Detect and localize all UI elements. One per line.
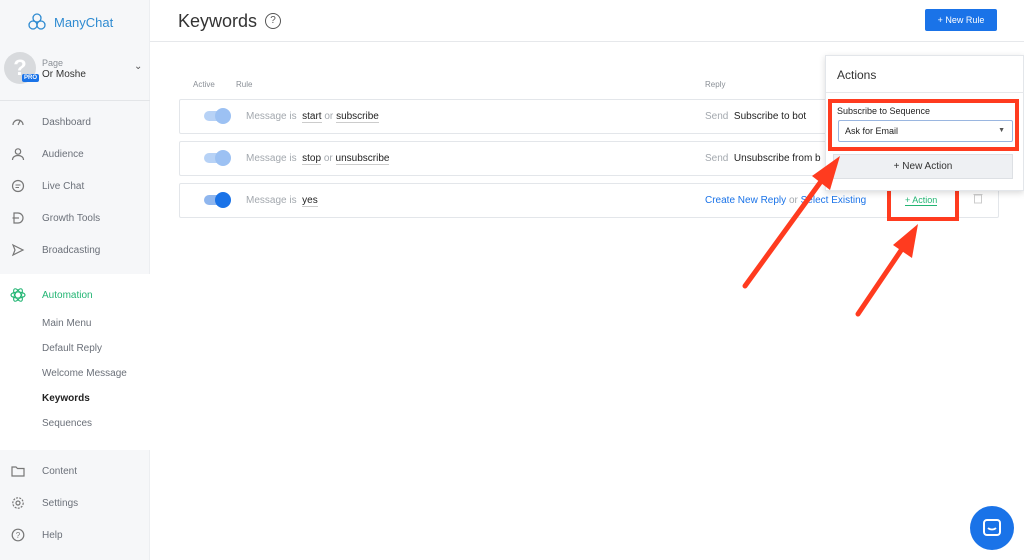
app-name: ManyChat: [54, 14, 114, 30]
sub-item-main-menu[interactable]: Main Menu: [42, 318, 91, 329]
growth-tools-icon: [10, 210, 26, 226]
page-selector[interactable]: ? PRO Page Or Moshe ⌄: [4, 52, 150, 88]
nav-broadcasting[interactable]: Broadcasting: [0, 234, 150, 266]
nav-growth-tools[interactable]: Growth Tools: [0, 202, 150, 234]
chevron-down-icon[interactable]: ⌄: [134, 61, 142, 72]
reply-value[interactable]: Unsubscribe from b: [734, 153, 821, 164]
chat-launcher-button[interactable]: [970, 506, 1014, 550]
help-icon[interactable]: ?: [265, 13, 281, 29]
rule-text: Message is yes: [246, 195, 318, 207]
divider: [0, 100, 150, 101]
gear-icon: [10, 495, 26, 511]
rule-prefix: Message is: [246, 195, 297, 206]
actions-panel-title: Actions: [837, 68, 877, 82]
panel-divider: [826, 92, 1024, 93]
new-action-button[interactable]: + New Action: [833, 154, 1013, 179]
gauge-icon: [10, 114, 26, 130]
nav-label: Dashboard: [42, 116, 91, 128]
nav-settings[interactable]: Settings: [0, 487, 150, 519]
nav-content[interactable]: Content: [0, 455, 150, 487]
or-text: or: [323, 153, 333, 164]
active-toggle[interactable]: [204, 150, 231, 166]
help-circle-icon: ?: [10, 527, 26, 543]
nav-label: Content: [42, 465, 78, 477]
or-text: or: [788, 195, 798, 206]
automation-section: Automation Main Menu Default Reply Welco…: [0, 274, 150, 450]
active-toggle[interactable]: [204, 192, 231, 208]
manychat-logo[interactable]: ManyChat: [26, 11, 113, 33]
toggle-knob: [215, 192, 231, 208]
column-header-reply: Reply: [705, 80, 726, 89]
nav-label: Automation: [42, 289, 93, 301]
page-name: Or Moshe: [42, 69, 86, 80]
reply-text: Create New Reply or Select Existing: [705, 195, 866, 206]
reply-prefix: Send: [705, 111, 729, 122]
folder-icon: [10, 463, 26, 479]
keyword[interactable]: unsubscribe: [335, 153, 390, 165]
sequence-highlight-box: [828, 99, 1019, 151]
active-toggle[interactable]: [204, 108, 231, 124]
nav-audience[interactable]: Audience: [0, 138, 150, 170]
page-title: Keywords: [178, 11, 258, 31]
header-divider: [150, 41, 1024, 42]
toggle-knob: [215, 150, 231, 166]
column-header-active: Active: [193, 80, 215, 89]
nav-automation[interactable]: Automation: [0, 279, 150, 311]
nav-help[interactable]: ? Help: [0, 519, 150, 551]
sub-item-default-reply[interactable]: Default Reply: [42, 343, 102, 354]
new-rule-button[interactable]: + New Rule: [925, 9, 997, 31]
column-header-rule: Rule: [236, 80, 253, 89]
keyword[interactable]: stop: [302, 153, 322, 165]
create-new-reply-link[interactable]: Create New Reply: [705, 195, 786, 206]
sidebar: ManyChat ? PRO Page Or Moshe ⌄ Dashboard…: [0, 0, 150, 560]
page-label: Page: [42, 58, 64, 68]
user-icon: [10, 146, 26, 162]
reply-prefix: Send: [705, 153, 729, 164]
or-text: or: [324, 111, 334, 122]
keyword[interactable]: start: [302, 111, 322, 123]
arrow-icon: [855, 224, 918, 317]
nav-label: Audience: [42, 148, 84, 160]
nav-live-chat[interactable]: Live Chat: [0, 170, 150, 202]
keyword[interactable]: subscribe: [336, 111, 379, 123]
sub-item-keywords[interactable]: Keywords: [42, 393, 90, 404]
rule-text: Message is start or subscribe: [246, 111, 379, 123]
nav-label: Settings: [42, 497, 79, 509]
manychat-logo-icon: [28, 13, 46, 30]
chat-bubble-icon: [10, 178, 26, 194]
reply-text: Send Unsubscribe from b: [705, 153, 821, 164]
chat-icon: [983, 519, 1001, 536]
rule-prefix: Message is: [246, 153, 297, 164]
reply-text: Send Subscribe to bot: [705, 111, 806, 122]
sub-item-sequences[interactable]: Sequences: [42, 418, 92, 429]
toggle-knob: [215, 108, 231, 124]
nav-label: Live Chat: [42, 180, 85, 192]
pro-badge: PRO: [22, 74, 40, 82]
sub-item-welcome-message[interactable]: Welcome Message: [42, 368, 127, 379]
select-existing-link[interactable]: Select Existing: [801, 195, 867, 206]
trash-icon[interactable]: [972, 192, 984, 204]
svg-text:?: ?: [16, 531, 21, 540]
send-icon: [10, 242, 26, 258]
atom-icon: [10, 287, 26, 303]
nav-label: Help: [42, 529, 63, 541]
nav-label: Broadcasting: [42, 244, 101, 256]
nav-label: Growth Tools: [42, 212, 101, 224]
nav-dashboard[interactable]: Dashboard: [0, 106, 150, 138]
rule-prefix: Message is: [246, 111, 297, 122]
rule-text: Message is stop or unsubscribe: [246, 153, 390, 165]
keyword[interactable]: yes: [302, 195, 318, 207]
reply-value[interactable]: Subscribe to bot: [734, 111, 806, 122]
